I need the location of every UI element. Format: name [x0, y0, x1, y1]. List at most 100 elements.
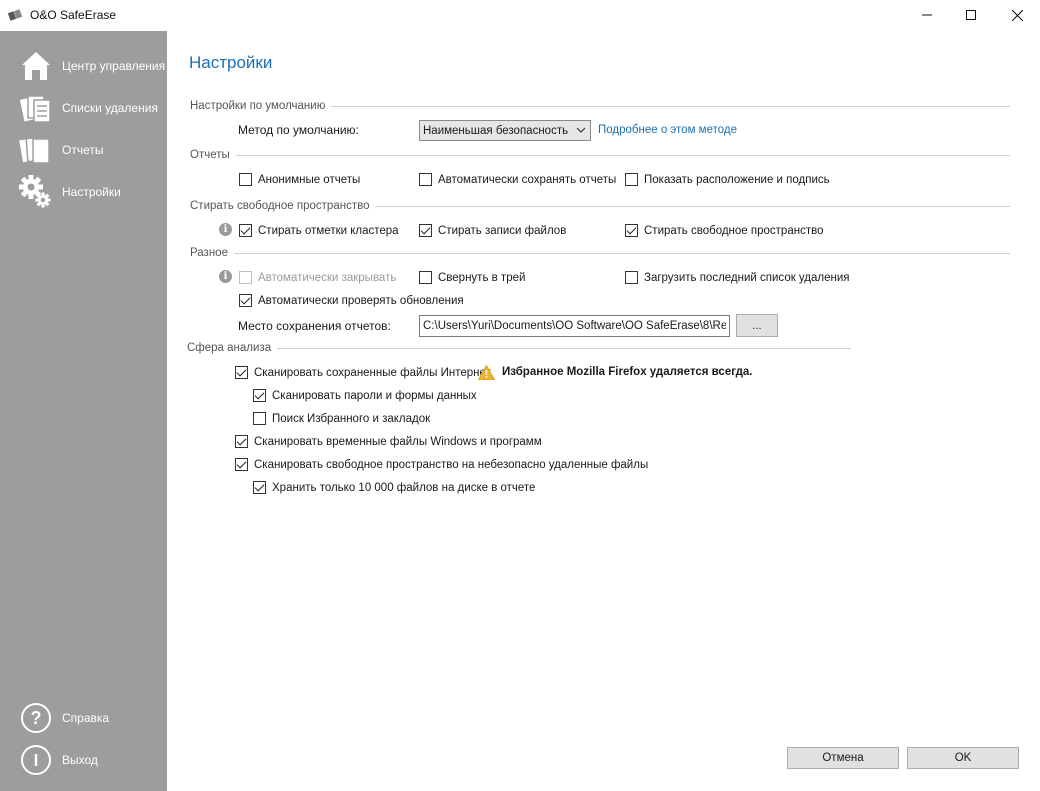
sidebar-item-label: Настройки	[62, 185, 121, 199]
checkbox-box[interactable]	[239, 294, 252, 307]
checkbox-box[interactable]	[253, 481, 266, 494]
limit-files-checkbox[interactable]: Хранить только 10 000 файлов на диске в …	[253, 481, 535, 494]
method-info-link[interactable]: Подробнее о этом методе	[598, 124, 737, 136]
checkbox-label: Анонимные отчеты	[258, 173, 361, 186]
wipe-free-space-checkbox[interactable]: Стирать свободное пространство	[625, 224, 823, 237]
checkbox-box[interactable]	[419, 224, 432, 237]
scan-passwords-checkbox[interactable]: Сканировать пароли и формы данных	[253, 389, 477, 402]
default-method-value: Наименьшая безопасность	[423, 124, 569, 137]
checkbox-box[interactable]	[419, 173, 432, 186]
sidebar-item-dashboard[interactable]: Центр управления	[0, 45, 167, 87]
sidebar-item-help[interactable]: ? Справка	[0, 697, 167, 739]
anonymous-reports-checkbox[interactable]: Анонимные отчеты	[239, 173, 360, 186]
checkbox-box	[239, 271, 252, 284]
scan-free-space-checkbox[interactable]: Сканировать свободное пространство на не…	[235, 458, 648, 471]
checkbox-box[interactable]	[239, 173, 252, 186]
close-button[interactable]	[994, 0, 1040, 30]
checkbox-label: Сканировать сохраненные файлы Интернет	[254, 366, 491, 379]
show-location-checkbox[interactable]: Показать расположение и подпись	[625, 173, 830, 186]
browse-button[interactable]: ...	[736, 314, 778, 337]
checkbox-box[interactable]	[625, 173, 638, 186]
default-method-label: Метод по умолчанию:	[238, 123, 359, 137]
window-title: O&O SafeErase	[30, 8, 117, 22]
maximize-icon	[966, 10, 976, 20]
checkbox-label: Автоматически закрывать	[258, 271, 397, 284]
sidebar-item-reports[interactable]: Отчеты	[0, 129, 167, 171]
checkbox-label: Поиск Избранного и закладок	[272, 412, 431, 425]
checkbox-label: Стирать записи файлов	[438, 224, 567, 237]
load-last-list-checkbox[interactable]: Загрузить последний список удаления	[625, 271, 850, 284]
scan-favorites-checkbox[interactable]: Поиск Избранного и закладок	[253, 412, 430, 425]
sidebar-item-label: Отчеты	[62, 143, 104, 157]
help-icon: ?	[21, 703, 51, 733]
sidebar-item-label: Центр управления	[62, 59, 166, 73]
wipe-file-records-checkbox[interactable]: Стирать записи файлов	[419, 224, 566, 237]
section-divider	[235, 154, 1010, 156]
default-method-select[interactable]: Наименьшая безопасность	[419, 120, 591, 141]
checkbox-label: Сканировать свободное пространство на не…	[254, 458, 649, 471]
sidebar-item-label: Выход	[62, 753, 98, 767]
scan-internet-files-checkbox[interactable]: Сканировать сохраненные файлы Интернет	[235, 366, 491, 379]
section-free-space: Стирать свободное пространство	[190, 199, 1010, 213]
checkbox-label: Стирать отметки кластера	[258, 224, 399, 237]
home-icon	[22, 52, 50, 80]
checkbox-box[interactable]	[625, 224, 638, 237]
app-logo-icon	[8, 9, 23, 21]
checkbox-label: Свернуть в трей	[438, 271, 526, 284]
section-scan-scope: Сфера анализа	[187, 341, 851, 355]
checkbox-label: Загрузить последний список удаления	[644, 271, 850, 284]
minimize-to-tray-checkbox[interactable]: Свернуть в трей	[419, 271, 525, 284]
checkbox-label: Автоматически проверять обновления	[258, 294, 464, 307]
checkbox-label: Показать расположение и подпись	[644, 173, 830, 186]
section-title: Разное	[190, 247, 228, 259]
ok-button[interactable]: OK	[907, 747, 1019, 769]
auto-close-checkbox: Автоматически закрывать	[239, 271, 396, 284]
firefox-warning-text: Избранное Mozilla Firefox удаляется всег…	[502, 366, 753, 378]
checkbox-box[interactable]	[235, 366, 248, 379]
chevron-down-icon	[576, 127, 586, 133]
wipe-cluster-tips-checkbox[interactable]: Стирать отметки кластера	[239, 224, 399, 237]
scan-temp-files-checkbox[interactable]: Сканировать временные файлы Windows и пр…	[235, 435, 542, 448]
checkbox-box[interactable]	[419, 271, 432, 284]
section-reports: Отчеты	[190, 148, 1010, 162]
reports-path-input[interactable]	[419, 315, 730, 337]
autosave-reports-checkbox[interactable]: Автоматически сохранять отчеты	[419, 173, 616, 186]
checkbox-box[interactable]	[253, 412, 266, 425]
cancel-button[interactable]: Отмена	[787, 747, 899, 769]
section-divider	[233, 252, 1010, 254]
section-misc: Разное	[190, 246, 1010, 260]
warning-icon	[478, 365, 495, 380]
checkbox-label: Стирать свободное пространство	[644, 224, 824, 237]
checkbox-label: Автоматически сохранять отчеты	[438, 173, 617, 186]
info-icon[interactable]: i	[219, 223, 232, 236]
section-title: Настройки по умолчанию	[190, 100, 326, 112]
section-title: Сфера анализа	[187, 342, 272, 354]
maximize-button[interactable]	[948, 0, 994, 30]
auto-check-updates-checkbox[interactable]: Автоматически проверять обновления	[239, 294, 464, 307]
section-title: Отчеты	[190, 149, 230, 161]
checkbox-box[interactable]	[239, 224, 252, 237]
sidebar-item-label: Списки удаления	[62, 101, 158, 115]
checkbox-box[interactable]	[253, 389, 266, 402]
section-defaults: Настройки по умолчанию	[190, 99, 1010, 113]
settings-panel: Настройки Настройки по умолчанию Метод п…	[167, 31, 1040, 791]
page-title: Настройки	[189, 53, 273, 72]
close-icon	[1011, 9, 1023, 21]
section-divider	[375, 205, 1010, 207]
info-icon[interactable]: i	[219, 270, 232, 283]
title-bar: O&O SafeErase	[0, 0, 1040, 31]
checkbox-box[interactable]	[235, 435, 248, 448]
delete-lists-icon	[19, 95, 51, 123]
minimize-button[interactable]	[904, 0, 950, 30]
sidebar-item-delete-lists[interactable]: Списки удаления	[0, 87, 167, 129]
sidebar-item-settings[interactable]: Настройки	[0, 171, 167, 213]
sidebar-item-label: Справка	[62, 711, 110, 725]
section-title: Стирать свободное пространство	[190, 200, 370, 212]
sidebar-item-exit[interactable]: Выход	[0, 739, 167, 781]
minimize-icon	[922, 14, 932, 16]
checkbox-box[interactable]	[625, 271, 638, 284]
reports-path-label: Место сохранения отчетов:	[238, 319, 391, 333]
checkbox-box[interactable]	[235, 458, 248, 471]
reports-icon	[19, 136, 50, 164]
checkbox-label: Хранить только 10 000 файлов на диске в …	[272, 481, 536, 494]
